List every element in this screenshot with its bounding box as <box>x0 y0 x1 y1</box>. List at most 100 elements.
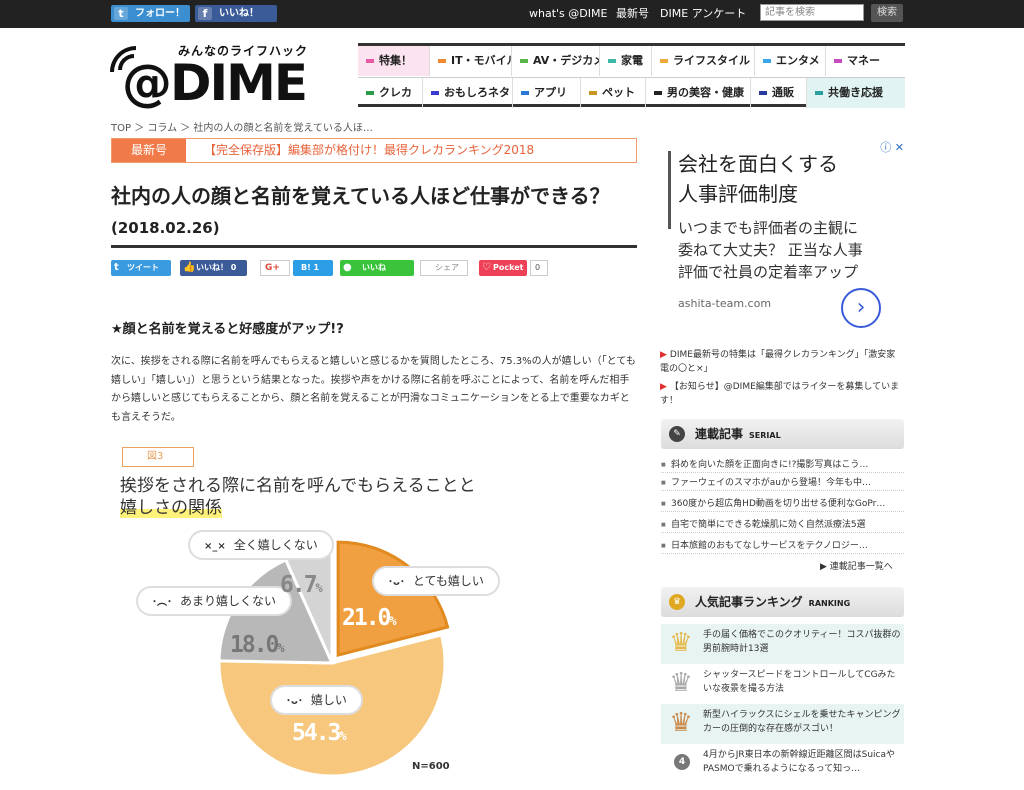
latest-issue-text[interactable]: 【完全保存版】編集部が格付け！最得クレカランキング2018 <box>204 139 534 162</box>
pie-category-text: 嬉しい <box>310 693 347 707</box>
whats-dime-link[interactable]: what's @DIME <box>529 6 607 22</box>
twitter-icon: t <box>114 7 128 20</box>
latest-issue-link[interactable]: 最新号 <box>616 6 649 22</box>
serial-item[interactable]: ファーウェイのスマホがauから登場！今年も中… <box>661 476 904 491</box>
nav-item-av-camera[interactable]: AV・デジカメ <box>512 46 600 76</box>
share-checkbox[interactable]: シェア <box>420 260 468 276</box>
serial-item[interactable]: 自宅で簡単にできる乾燥肌に効く自然派療法5選 <box>661 518 904 533</box>
site-logo[interactable]: みんなのライフハック @DIME <box>110 42 335 112</box>
face-icon: ×_× <box>204 541 226 552</box>
google-plus-button[interactable]: G+ <box>260 260 290 276</box>
pocket-count: 0 <box>530 260 548 276</box>
ad-description: いつまでも評価者の主観に 委ねて大丈夫？ 正当な人事 評価で社員の定着率アップ <box>678 217 863 283</box>
ranking-item[interactable]: ♛ 手の届く価格でこのクオリティー！コスパ抜群の男前腕時計13選 <box>661 624 904 664</box>
nav-item-credit[interactable]: クレカ <box>358 78 423 108</box>
ad-url: ashita-team.com <box>678 297 772 310</box>
pie-category-label-1: ･ᴗ･ 嬉しい <box>272 687 361 713</box>
ad-banner[interactable]: ⓘ ✕ 会社を面白くする 人事評価制度 いつまでも評価者の主観に 委ねて大丈夫？… <box>660 139 904 339</box>
face-icon: ･︵･ <box>152 597 172 608</box>
breadcrumb[interactable]: TOP ＞ コラム ＞ 社内の人の顔と名前を覚えている人ほ… <box>111 119 373 134</box>
face-icon: ･ᴗ･ <box>388 577 405 588</box>
survey-link[interactable]: DIME アンケート <box>660 6 746 22</box>
twitter-follow-button[interactable]: t フォロー！ <box>111 5 190 22</box>
chevron-right-icon[interactable]: › <box>841 288 881 328</box>
ad-title-line1: 会社を面白くする <box>678 152 838 176</box>
nav-dot <box>521 91 529 95</box>
latest-issue-banner[interactable]: 最新号 【完全保存版】編集部が格付け！最得クレカランキング2018 <box>111 138 637 163</box>
pocket-button[interactable]: ♡ Pocket <box>479 260 527 276</box>
pie-value-label-0: 21.0% <box>342 605 397 631</box>
serial-section-header: ✎ 連載記事 SERIAL <box>661 419 904 449</box>
logo-name: @DIME <box>122 54 308 112</box>
ranking-item[interactable]: ♛ 新型ハイラックスにシェルを乗せたキャンピングカーの圧倒的な存在感がスゴい！ <box>661 704 904 744</box>
pie-category-label-3: ×_× 全く嬉しくない <box>190 532 332 558</box>
pen-icon: ✎ <box>669 426 685 442</box>
latest-issue-label: 最新号 <box>112 139 186 162</box>
pie-category-label-2: ･︵･ あまり嬉しくない <box>138 588 291 614</box>
nav-item-entertainment[interactable]: エンタメ <box>755 46 826 76</box>
ad-desc-line3: 評価で社員の定着率アップ <box>678 263 859 281</box>
hatena-bookmark-button[interactable]: B! 1 <box>293 260 333 276</box>
serial-item[interactable]: 日本旅館のおもてなしサービスをテクノロジー… <box>661 539 904 554</box>
tweet-button[interactable]: t ツイート <box>111 260 171 276</box>
sample-size-label: N=600 <box>412 761 450 772</box>
thumbs-up-icon: 👍 <box>183 262 196 273</box>
title-divider <box>111 245 637 248</box>
nav-row-1: 特集！ IT・モバイル AV・デジカメ 家電 ライフスタイル エンタメ マネー <box>358 46 905 76</box>
nav-row-2: クレカ おもしろネタ アプリ ペット 男の美容・健康 通販 共働き応援 <box>358 77 905 108</box>
nav-dot <box>759 91 767 95</box>
nav-item-mens-beauty[interactable]: 男の美容・健康 <box>646 78 751 108</box>
nav-dot <box>660 59 668 63</box>
pie-value-label-1: 54.3% <box>292 720 347 746</box>
nav-item-money[interactable]: マネー <box>826 46 905 76</box>
ranking-item[interactable]: ♛ シャッタースピードをコントロールしてCGみたいな夜景を撮る方法 <box>661 664 904 704</box>
facebook-icon: f <box>198 7 212 20</box>
serial-item[interactable]: 斜めを向いた顔を正面向きに!?撮影写真はこう… <box>661 458 904 473</box>
search-button[interactable]: 検索 <box>871 4 903 22</box>
nav-item-shopping[interactable]: 通販 <box>751 78 807 108</box>
gold-crown-icon: ♛ <box>669 628 693 658</box>
serial-more-link[interactable]: ▶ 連載記事一覧へ <box>820 559 893 572</box>
top-bar: t フォロー！ f いいね！ what's @DIME 最新号 DIME アンケ… <box>0 0 1024 28</box>
nav-item-feature[interactable]: 特集！ <box>358 46 430 76</box>
silver-crown-icon: ♛ <box>669 668 693 698</box>
nav-item-pets[interactable]: ペット <box>581 78 646 108</box>
nav-dot <box>608 59 616 63</box>
serial-item[interactable]: 360度から超広角HD動画を切り出せる便利なGoPr… <box>661 497 904 512</box>
pie-category-text: 全く嬉しくない <box>233 538 318 552</box>
nav-item-apps[interactable]: アプリ <box>513 78 581 108</box>
section-subhead: ★顔と名前を覚えると好感度がアップ!? <box>111 322 344 337</box>
ranking-item[interactable]: 4 4月からJR東日本の新幹線近距離区間はSuicaやPASMOで乗れるようにな… <box>661 744 904 784</box>
nav-item-dual-income[interactable]: 共働き応援 <box>807 78 905 108</box>
search-input[interactable]: 記事を検索 <box>760 4 864 21</box>
ad-info-icon[interactable]: ⓘ ✕ <box>880 139 904 155</box>
nav-dot <box>438 59 446 63</box>
line-icon: ● <box>343 262 352 273</box>
rank-number: 4 <box>674 754 690 770</box>
article-title: 社内の人の顔と名前を覚えている人ほど仕事ができる？ (2018.02.26) <box>111 181 631 243</box>
face-icon: ･ᴗ･ <box>286 696 303 707</box>
notice-item[interactable]: ▶ DIME最新号の特集は「最得クレカランキング」「激安家電の〇と×」 <box>660 348 904 376</box>
nav-dot <box>431 91 439 95</box>
nav-item-it-mobile[interactable]: IT・モバイル <box>430 46 512 76</box>
pocket-icon: ♡ <box>482 262 491 273</box>
line-button[interactable]: ● いいね <box>340 260 414 276</box>
pie-category-label-0: ･ᴗ･ とても嬉しい <box>374 568 498 594</box>
nav-item-lifestyle[interactable]: ライフスタイル <box>652 46 755 76</box>
facebook-like-button[interactable]: f いいね！ <box>195 5 277 22</box>
article-date: (2018.02.26) <box>111 219 220 237</box>
nav-dot <box>763 59 771 63</box>
article-body: 次に、挨拶をされる際に名前を呼んでもらえると嬉しいと感じるかを質問したところ、7… <box>111 356 636 423</box>
nav-item-appliances[interactable]: 家電 <box>600 46 652 76</box>
play-icon: ▶ <box>820 562 827 572</box>
nav-dot <box>520 59 528 63</box>
nav-item-funny[interactable]: おもしろネタ <box>423 78 513 108</box>
arrow-icon: ▶ <box>660 382 667 392</box>
nav-dot <box>366 59 374 63</box>
google-plus-icon: G+ <box>265 263 280 273</box>
article-title-text: 社内の人の顔と名前を覚えている人ほど仕事ができる？ <box>111 184 610 208</box>
notice-item[interactable]: ▶ 【お知らせ】@DIME編集部ではライターを募集しています！ <box>660 380 904 408</box>
nav-dot <box>366 91 374 95</box>
figure-3: 図3 挨拶をされる際に名前を呼んでもらえることと 嬉しさの関係 21.0% ･ᴗ･… <box>112 440 632 780</box>
facebook-share-button[interactable]: 👍 いいね！ 0 <box>180 260 247 276</box>
